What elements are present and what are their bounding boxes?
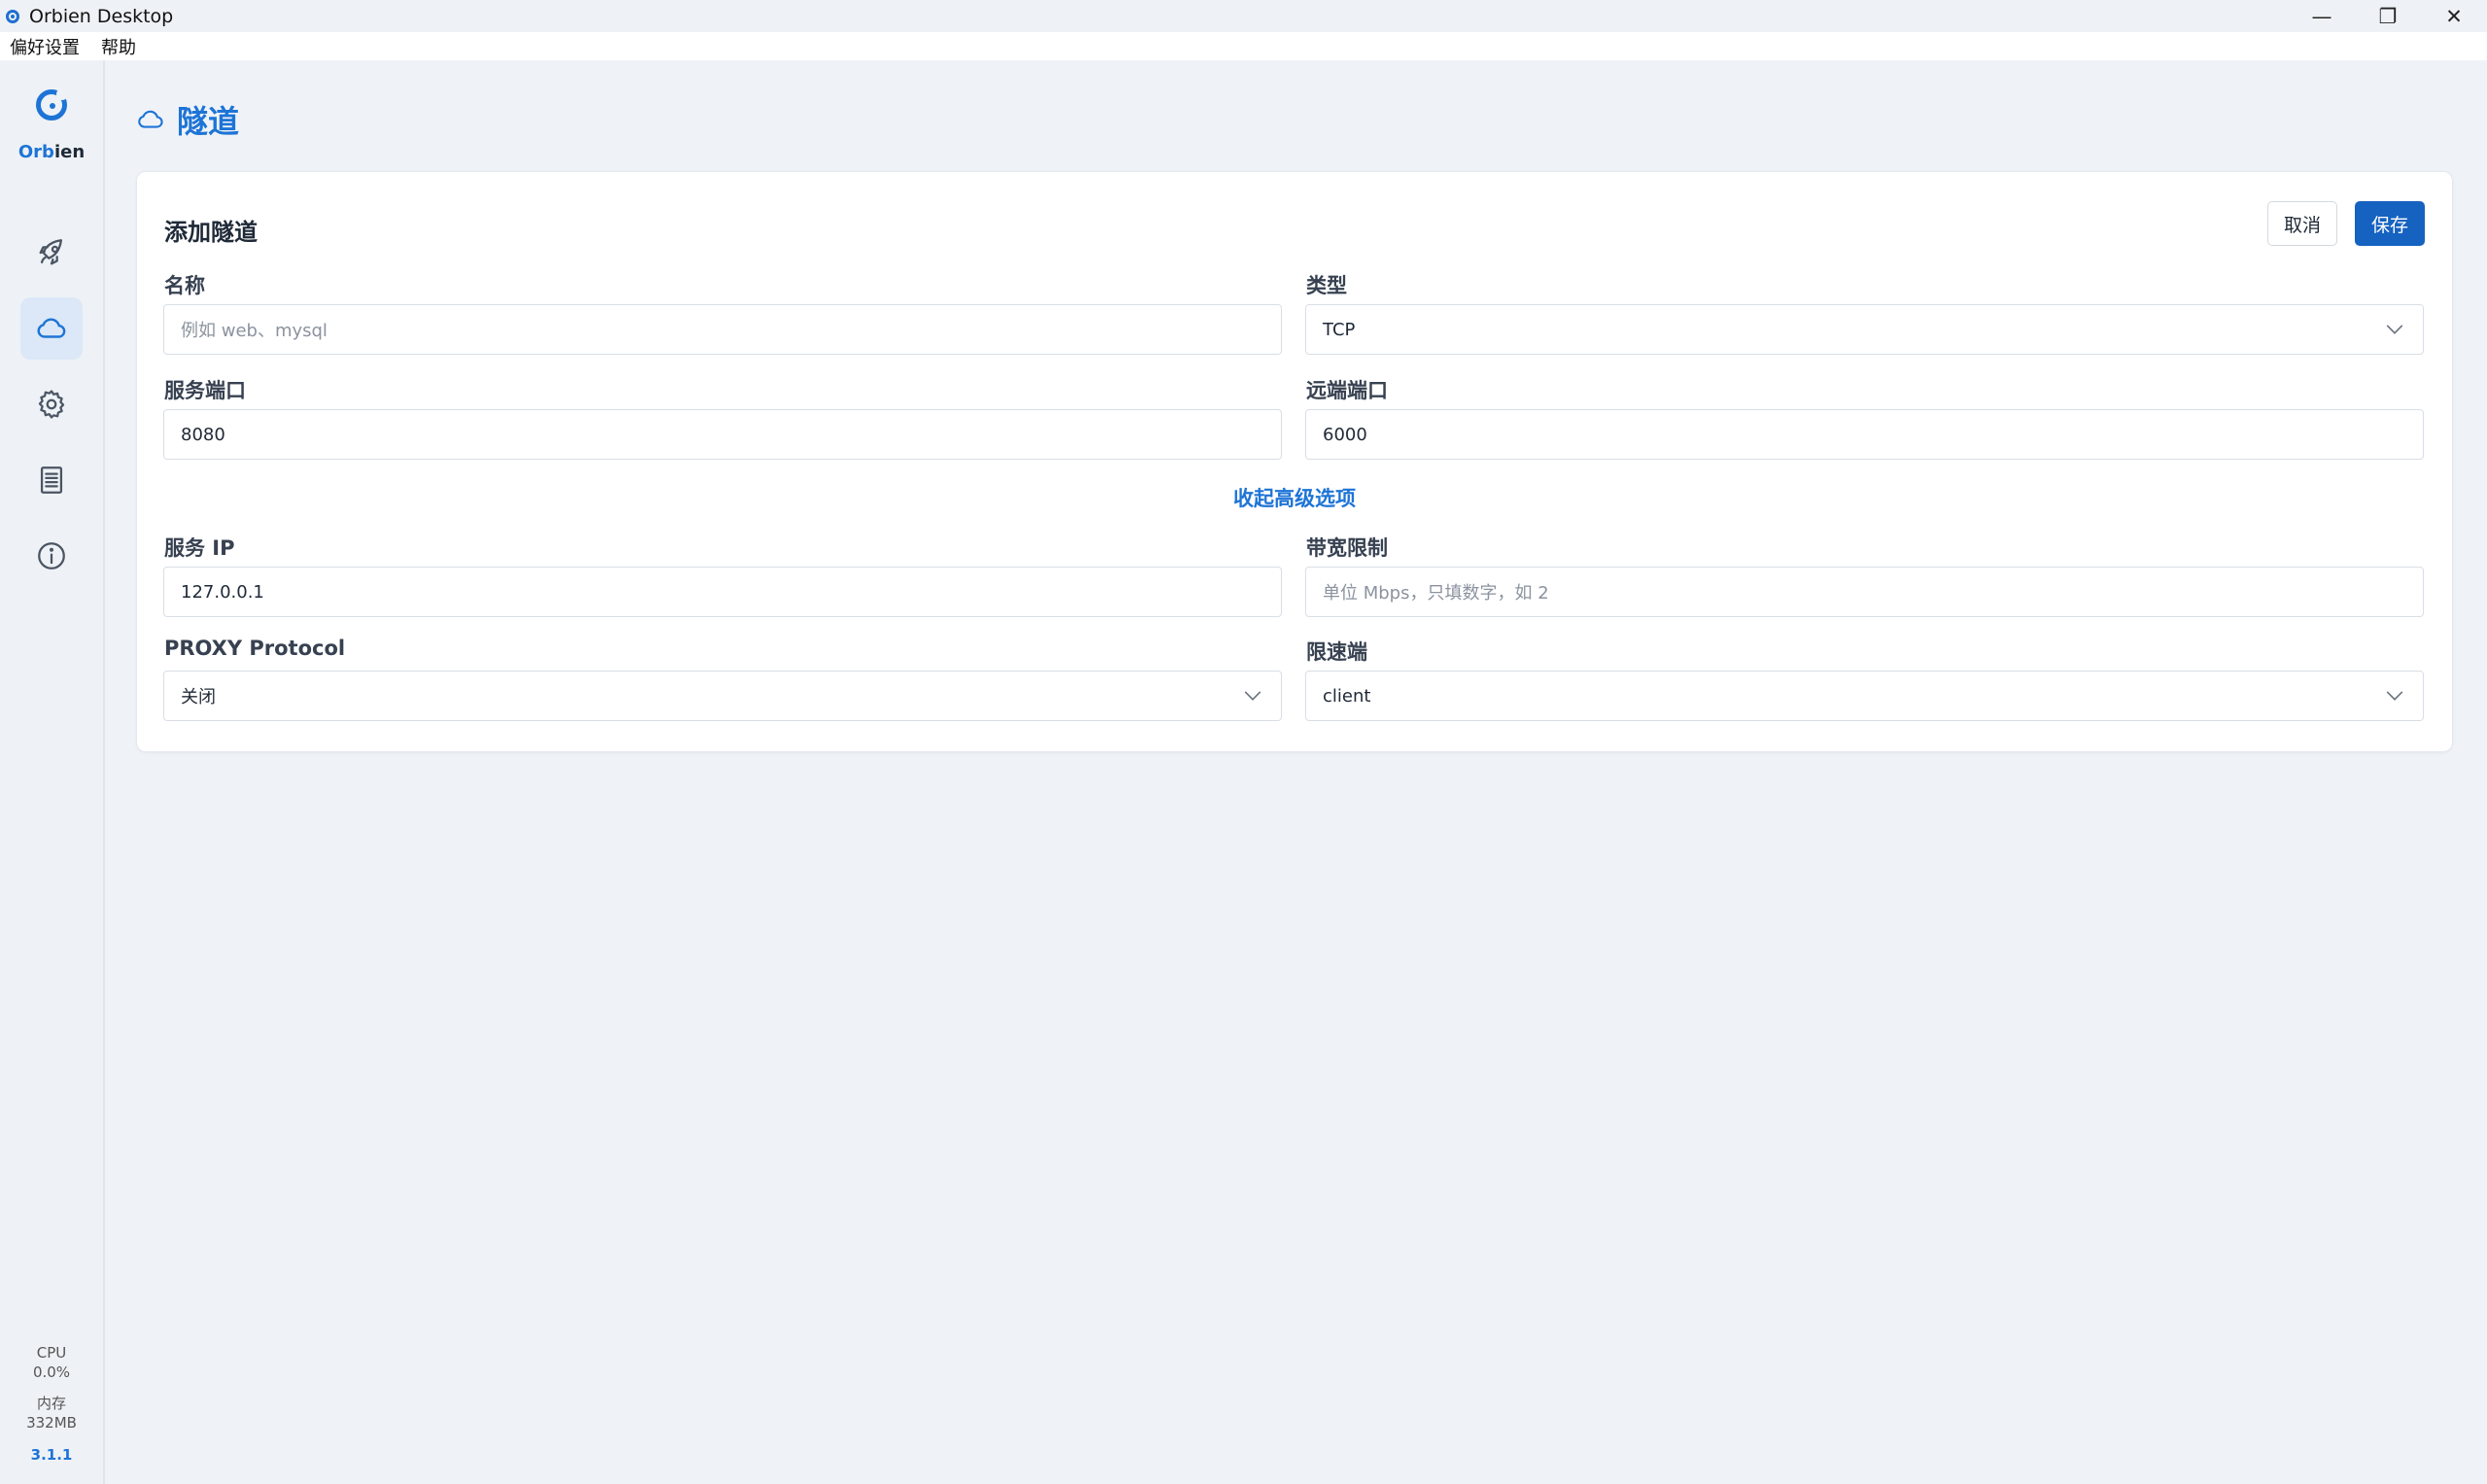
info-icon: [38, 542, 65, 569]
limit-side-value: client: [1323, 685, 1371, 707]
maximize-button[interactable]: ❐: [2355, 0, 2421, 32]
cancel-button[interactable]: 取消: [2267, 201, 2337, 246]
sidebar-item-tunnels[interactable]: [20, 297, 83, 360]
card-title: 添加隧道: [164, 219, 258, 246]
brand-name-part1: Orb: [17, 142, 54, 162]
app-logo-icon: [6, 9, 19, 23]
memory-value: 332MB: [26, 1414, 77, 1432]
page-title: 隧道: [177, 103, 240, 140]
menu-bar: 偏好设置 帮助: [0, 32, 2487, 60]
brand-name: Orbien: [0, 142, 103, 162]
remote-port-input[interactable]: 6000: [1305, 409, 2424, 460]
cloud-icon: [37, 318, 66, 338]
minimize-button[interactable]: —: [2289, 0, 2355, 32]
page-header: 隧道: [136, 97, 239, 142]
add-tunnel-card: 添加隧道 取消 保存 名称 例如 web、mysql 类型 TCP 服务端口 8…: [136, 171, 2453, 752]
rocket-icon: [39, 239, 63, 265]
proxy-protocol-label: PROXY Protocol: [164, 637, 346, 660]
chevron-down-icon: [2386, 691, 2403, 701]
cloud-icon: [138, 110, 163, 128]
menu-help[interactable]: 帮助: [101, 34, 136, 59]
app-version: 3.1.1: [30, 1446, 73, 1464]
window-title: Orbien Desktop: [29, 5, 174, 27]
bandwidth-input[interactable]: 单位 Mbps，只填数字，如 2: [1305, 567, 2424, 617]
document-icon: [40, 466, 63, 494]
type-select-value: TCP: [1323, 319, 1356, 340]
type-label: 类型: [1306, 274, 1347, 297]
sidebar-item-about[interactable]: [20, 525, 83, 587]
sidebar-item-launch[interactable]: [20, 222, 83, 284]
sidebar-item-settings[interactable]: [20, 373, 83, 435]
local-ip-input[interactable]: 127.0.0.1: [163, 567, 1282, 617]
type-select[interactable]: TCP: [1305, 304, 2424, 355]
cpu-value: 0.0%: [32, 1363, 71, 1381]
local-port-label: 服务端口: [164, 379, 246, 402]
proxy-protocol-value: 关闭: [181, 687, 216, 707]
sidebar-item-logs[interactable]: [20, 449, 83, 511]
limit-side-label: 限速端: [1306, 640, 1367, 664]
orbien-logo-icon: [36, 88, 68, 121]
memory-stats: 内存 332MB: [0, 1394, 103, 1432]
brand-name-part2: ien: [53, 142, 86, 162]
menu-preferences[interactable]: 偏好设置: [10, 34, 80, 59]
sidebar: Orbien CPU 0.0% 内存 332MB 3.1.1: [0, 60, 105, 1484]
title-bar: Orbien Desktop — ❐ ✕: [0, 0, 2487, 32]
toggle-advanced-link[interactable]: 收起高级选项: [137, 483, 2452, 512]
save-button[interactable]: 保存: [2355, 201, 2425, 246]
bandwidth-label: 带宽限制: [1306, 536, 1388, 560]
name-input[interactable]: 例如 web、mysql: [163, 304, 1282, 355]
chevron-down-icon: [2386, 325, 2403, 334]
remote-port-label: 远端端口: [1306, 379, 1388, 402]
memory-label: 内存: [36, 1395, 66, 1412]
close-button[interactable]: ✕: [2421, 0, 2487, 32]
local-ip-label: 服务 IP: [164, 536, 235, 560]
local-port-input[interactable]: 8080: [163, 409, 1282, 460]
proxy-protocol-select[interactable]: 关闭: [163, 671, 1282, 721]
cpu-label: CPU: [36, 1344, 67, 1362]
window-controls: — ❐ ✕: [2289, 0, 2487, 32]
chevron-down-icon: [1244, 691, 1261, 701]
name-label: 名称: [164, 274, 205, 297]
cpu-stats: CPU 0.0%: [0, 1343, 103, 1382]
limit-side-select[interactable]: client: [1305, 671, 2424, 721]
gear-icon: [38, 390, 65, 419]
